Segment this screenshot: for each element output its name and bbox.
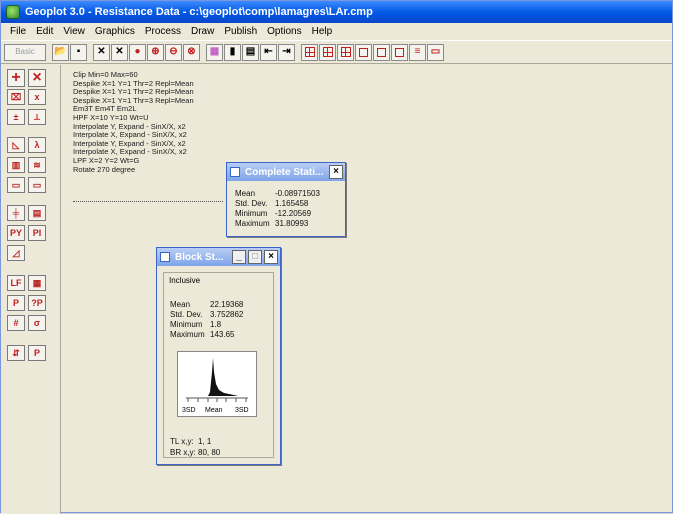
toolbar: Basic 📂 ▪ ✕ ✕ ● ⊕ ⊖ ⊗ ▦ ▮ ▤ ⇤ ⇥ ≡ ▭ xyxy=(1,40,672,64)
view-icon[interactable] xyxy=(355,43,372,61)
column-icon[interactable]: ▥ xyxy=(7,157,25,173)
menu-file[interactable]: File xyxy=(5,26,31,37)
menu-help[interactable]: Help xyxy=(307,26,338,37)
stat-row: Std. Dev. 3.752862 xyxy=(170,310,244,319)
histogram: 3SD Mean 3SD xyxy=(177,351,257,417)
histogram-distribution xyxy=(198,358,238,396)
histogram-right-label: 3SD xyxy=(235,407,249,414)
low-pass-icon[interactable]: ╪ xyxy=(7,205,25,221)
menu-publish[interactable]: Publish xyxy=(219,26,262,37)
stat-row: Maximum 143.65 xyxy=(170,330,235,339)
high-pass-icon[interactable]: ▤ xyxy=(28,205,46,221)
view-icon[interactable] xyxy=(337,43,354,61)
view-icon[interactable]: ▭ xyxy=(427,43,444,61)
menu-edit[interactable]: Edit xyxy=(31,26,58,37)
zero-median-icon[interactable]: ▭ xyxy=(28,177,46,193)
menu-process[interactable]: Process xyxy=(140,26,186,37)
fish-icon[interactable]: ● xyxy=(129,43,146,61)
close-button[interactable]: × xyxy=(264,250,278,264)
periodic-y-icon[interactable]: PY xyxy=(7,225,25,241)
window-title: Geoplot 3.0 - Resistance Data - c:\geopl… xyxy=(25,6,373,18)
complete-statistics-window[interactable]: Complete Stati... × Mean -0.08971503 Std.… xyxy=(226,162,346,237)
log-separator xyxy=(73,201,223,202)
window-icon xyxy=(230,167,240,177)
title-bar[interactable]: Geoplot 3.0 - Resistance Data - c:\geopl… xyxy=(1,1,672,23)
dot-grid-icon[interactable]: ▦ xyxy=(28,275,46,291)
filter-icon[interactable]: LF xyxy=(7,275,25,291)
block-statistics-window[interactable]: Block St... _ □ × Inclusive Mean 22.19368… xyxy=(156,247,281,465)
block-statistics-title: Block St... xyxy=(175,251,224,263)
lambda-icon[interactable]: λ xyxy=(28,137,46,153)
histogram-left-label: 3SD xyxy=(182,407,196,414)
zero-mean-icon[interactable]: ▭ xyxy=(7,177,25,193)
arrow-right-icon[interactable]: ⇥ xyxy=(278,43,295,61)
periodic-i-icon[interactable]: PI xyxy=(28,225,46,241)
bars-icon[interactable]: ▮ xyxy=(224,43,241,61)
basic-mode-button[interactable]: Basic xyxy=(4,43,46,61)
menu-draw[interactable]: Draw xyxy=(186,26,219,37)
tool-palette: + × ⌧ x ± ⟂ ◺ λ ▥ ≋ ▭ ▭ ╪ ▤ PY PI ◿ LF ▦… xyxy=(1,65,61,514)
arrow-left-icon[interactable]: ⇤ xyxy=(260,43,277,61)
main-window: Geoplot 3.0 - Resistance Data - c:\geopl… xyxy=(0,0,673,514)
histogram-center-label: Mean xyxy=(205,407,223,414)
wave-icon[interactable]: ≋ xyxy=(28,157,46,173)
stat-row: Mean -0.08971503 xyxy=(235,189,320,198)
swap-icon[interactable]: ⇵ xyxy=(7,345,25,361)
cross-icon[interactable]: ✕ xyxy=(111,43,128,61)
hash-icon[interactable]: # xyxy=(7,315,25,331)
open-icon[interactable]: 📂 xyxy=(52,43,69,61)
stat-row: Maximum 31.80993 xyxy=(235,219,309,228)
publish-icon[interactable]: P xyxy=(28,345,46,361)
stat-row: Mean 22.19368 xyxy=(170,300,244,309)
add-icon[interactable]: + xyxy=(7,69,25,87)
stat-row: Minimum -12.20569 xyxy=(235,209,312,218)
close-button[interactable]: × xyxy=(329,165,343,179)
power-icon[interactable]: P xyxy=(7,295,25,311)
zoom-icon[interactable]: ⊗ xyxy=(183,43,200,61)
edge-match-icon[interactable]: ⟂ xyxy=(28,109,46,125)
maximize-button[interactable]: □ xyxy=(248,250,262,264)
complete-statistics-title: Complete Stati... xyxy=(245,166,324,178)
menu-view[interactable]: View xyxy=(58,26,90,37)
view-icon[interactable] xyxy=(391,43,408,61)
menu-options[interactable]: Options xyxy=(262,26,306,37)
block-statistics-values: Mean 22.19368 Std. Dev. 3.752862 Minimum 1.… xyxy=(170,300,243,340)
sigma-icon[interactable]: σ xyxy=(28,315,46,331)
window-icon xyxy=(160,252,170,262)
minimize-button[interactable]: _ xyxy=(232,250,246,264)
despike-icon[interactable]: ⌧ xyxy=(7,89,25,105)
warp-icon[interactable]: ◿ xyxy=(7,245,25,261)
complete-statistics-values: Mean -0.08971503 Std. Dev. 1.165458 Minimu… xyxy=(235,189,320,229)
view-icon[interactable]: ≡ xyxy=(409,43,426,61)
palette-icon[interactable]: ▦ xyxy=(206,43,223,61)
complete-statistics-titlebar[interactable]: Complete Stati... × xyxy=(227,163,345,181)
bottom-right-coordinate: BR x,y: 80, 80 xyxy=(170,448,221,457)
menu-graphics[interactable]: Graphics xyxy=(90,26,140,37)
log-line: Rotate 270 degree xyxy=(73,164,136,174)
remove-icon[interactable]: × xyxy=(28,69,46,87)
top-left-coordinate: TL x,y: 1, 1 xyxy=(170,437,212,446)
grid-icon[interactable]: ▤ xyxy=(242,43,259,61)
processing-log: Clip Min=0 Max=60 Despike X=1 Y=1 Thr=2 R… xyxy=(73,70,194,174)
group-label: Inclusive xyxy=(169,276,201,285)
zoom-in-icon[interactable]: ⊕ xyxy=(147,43,164,61)
view-icon[interactable] xyxy=(319,43,336,61)
view-icon[interactable] xyxy=(301,43,318,61)
query-power-icon[interactable]: ?P xyxy=(28,295,46,311)
slope-icon[interactable]: ◺ xyxy=(7,137,25,153)
stat-row: Std. Dev. 1.165458 xyxy=(235,199,309,208)
cross-icon[interactable]: ✕ xyxy=(93,43,110,61)
save-icon[interactable]: ▪ xyxy=(70,43,87,61)
zoom-out-icon[interactable]: ⊖ xyxy=(165,43,182,61)
app-icon[interactable] xyxy=(6,5,20,19)
add-subtract-icon[interactable]: ± xyxy=(7,109,25,125)
block-statistics-titlebar[interactable]: Block St... _ □ × xyxy=(157,248,280,266)
view-icon[interactable] xyxy=(373,43,390,61)
stat-row: Minimum 1.8 xyxy=(170,320,222,329)
histogram-plot: 3SD Mean 3SD xyxy=(182,358,249,414)
menu-bar: File Edit View Graphics Process Draw Pub… xyxy=(1,23,672,40)
multiply-icon[interactable]: x xyxy=(28,89,46,105)
